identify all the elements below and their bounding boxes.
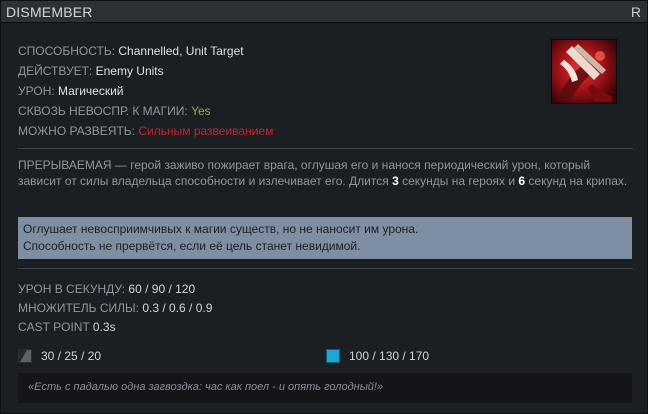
stat-value: Channelled, Unit Target <box>118 44 244 58</box>
special-label: МНОЖИТЕЛЬ СИЛЫ: <box>18 301 139 315</box>
stat-label: СКВОЗЬ НЕВОСПР. К МАГИИ: <box>18 104 188 118</box>
hero-duration-value: 3 <box>392 174 399 188</box>
mana-cost: 100 / 130 / 170 <box>326 348 429 364</box>
stat-value: Enemy Units <box>95 64 164 78</box>
ability-lore: «Есть с падалью одна загвоздка: час как … <box>18 373 632 403</box>
stat-value: Магический <box>58 84 124 98</box>
stat-ability-type: СПОСОБНОСТЬ: Channelled, Unit Target <box>18 41 273 61</box>
stat-value: Сильным развеиванием <box>138 124 274 138</box>
tooltip-body: СПОСОБНОСТЬ: Channelled, Unit Target ДЕЙ… <box>1 24 647 413</box>
ability-name: DISMEMBER <box>6 3 93 20</box>
ability-notes: Оглушает невосприимчивых к магии существ… <box>18 217 632 259</box>
stat-dispellable: МОЖНО РАЗВЕЯТЬ: Сильным развеиванием <box>18 121 273 141</box>
special-cast-point: CAST POINT 0.3s <box>18 318 212 337</box>
stat-label: СПОСОБНОСТЬ: <box>18 44 116 58</box>
special-value: 0.3s <box>92 320 116 334</box>
special-strength-multiplier: МНОЖИТЕЛЬ СИЛЫ: 0.3 / 0.6 / 0.9 <box>18 299 212 318</box>
tooltip-header: DISMEMBER R <box>1 1 647 23</box>
stat-damage-type: УРОН: Магический <box>18 81 273 101</box>
divider <box>18 268 633 269</box>
description-text: секунды на героях и <box>398 174 519 188</box>
ability-description: ПРЕРЫВАЕМАЯ — герой заживо пожирает враг… <box>18 157 629 189</box>
special-value: 60 / 90 / 120 <box>128 282 196 296</box>
divider <box>18 148 633 149</box>
stat-affects: ДЕЙСТВУЕТ: Enemy Units <box>18 61 273 81</box>
special-label: УРОН В СЕКУНДУ: <box>18 282 126 296</box>
ability-hotkey: R <box>630 3 641 20</box>
cooldown-value: 30 / 25 / 20 <box>41 349 102 363</box>
stat-label: УРОН: <box>18 84 55 98</box>
note-item: Способность не прервётся, если её цель с… <box>23 239 361 253</box>
description-text: секунд на крипах. <box>525 174 628 188</box>
stat-label: ДЕЙСТВУЕТ: <box>18 64 93 78</box>
dismember-ability-icon <box>551 39 617 104</box>
note-item: Оглушает невосприимчивых к магии существ… <box>23 222 419 236</box>
stat-label: МОЖНО РАЗВЕЯТЬ: <box>18 124 136 138</box>
special-damage-per-second: УРОН В СЕКУНДУ: 60 / 90 / 120 <box>18 280 212 299</box>
mana-value: 100 / 130 / 170 <box>349 349 430 363</box>
ability-tooltip: DISMEMBER R СПОСОБНОСТЬ: Channelled, Uni… <box>0 0 648 414</box>
mana-icon <box>326 349 340 363</box>
cooldown-cost: 30 / 25 / 20 <box>18 348 101 364</box>
ability-specials: УРОН В СЕКУНДУ: 60 / 90 / 120 МНОЖИТЕЛЬ … <box>18 280 212 337</box>
ability-costs: 30 / 25 / 20 100 / 130 / 170 <box>18 348 638 364</box>
stat-value: Yes <box>191 104 211 118</box>
stat-pierces-immunity: СКВОЗЬ НЕВОСПР. К МАГИИ: Yes <box>18 101 273 121</box>
ability-stats: СПОСОБНОСТЬ: Channelled, Unit Target ДЕЙ… <box>18 41 273 141</box>
special-label: CAST POINT <box>18 320 90 334</box>
special-value: 0.3 / 0.6 / 0.9 <box>142 301 213 315</box>
cooldown-icon <box>18 349 32 363</box>
